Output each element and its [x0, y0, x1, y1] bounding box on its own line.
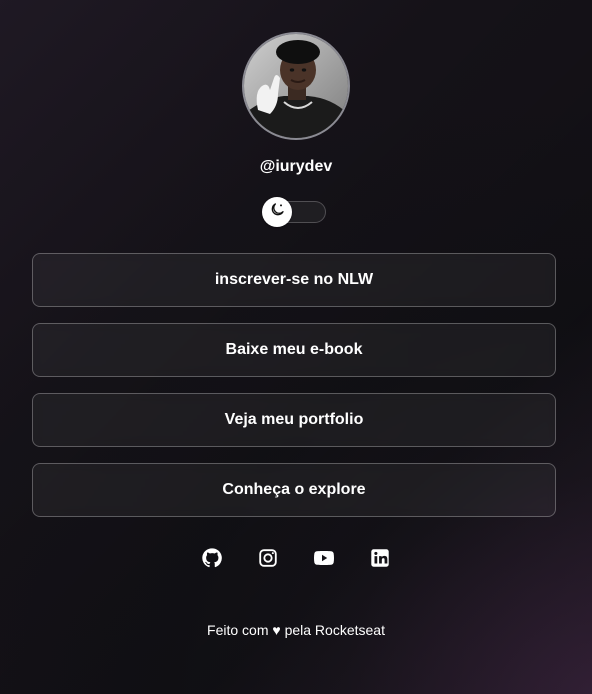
link-button-nlw[interactable]: inscrever-se no NLW — [32, 253, 556, 307]
link-button-portfolio[interactable]: Veja meu portfolio — [32, 393, 556, 447]
instagram-link[interactable] — [256, 548, 280, 572]
youtube-link[interactable] — [312, 548, 336, 572]
link-button-label: Veja meu portfolio — [224, 411, 364, 428]
link-button-label: inscrever-se no NLW — [214, 271, 374, 288]
links-list: inscrever-se no NLW Baixe meu e-book Vej… — [32, 253, 556, 533]
link-button-label: Baixe meu e-book — [225, 341, 363, 358]
link-button-ebook[interactable]: Baixe meu e-book — [32, 323, 556, 377]
social-links — [0, 547, 592, 574]
github-icon — [201, 547, 223, 574]
avatar — [242, 32, 350, 140]
instagram-icon — [257, 547, 279, 574]
github-link[interactable] — [200, 547, 224, 574]
profile: @iurydev — [0, 32, 592, 176]
username-handle: @iurydev — [259, 158, 333, 175]
youtube-icon — [312, 546, 336, 575]
theme-toggle-knob[interactable] — [262, 197, 292, 227]
page: @iurydev inscrever-se no NLW Baixe meu e… — [0, 0, 592, 694]
footer-text: Feito com ♥ pela Rocketseat — [207, 622, 385, 638]
linkedin-icon — [369, 547, 391, 574]
linkedin-link[interactable] — [368, 548, 392, 572]
moon-icon — [269, 202, 285, 223]
link-button-label: Conheça o explore — [222, 481, 366, 498]
theme-toggle[interactable] — [262, 197, 326, 227]
link-button-explore[interactable]: Conheça o explore — [32, 463, 556, 517]
